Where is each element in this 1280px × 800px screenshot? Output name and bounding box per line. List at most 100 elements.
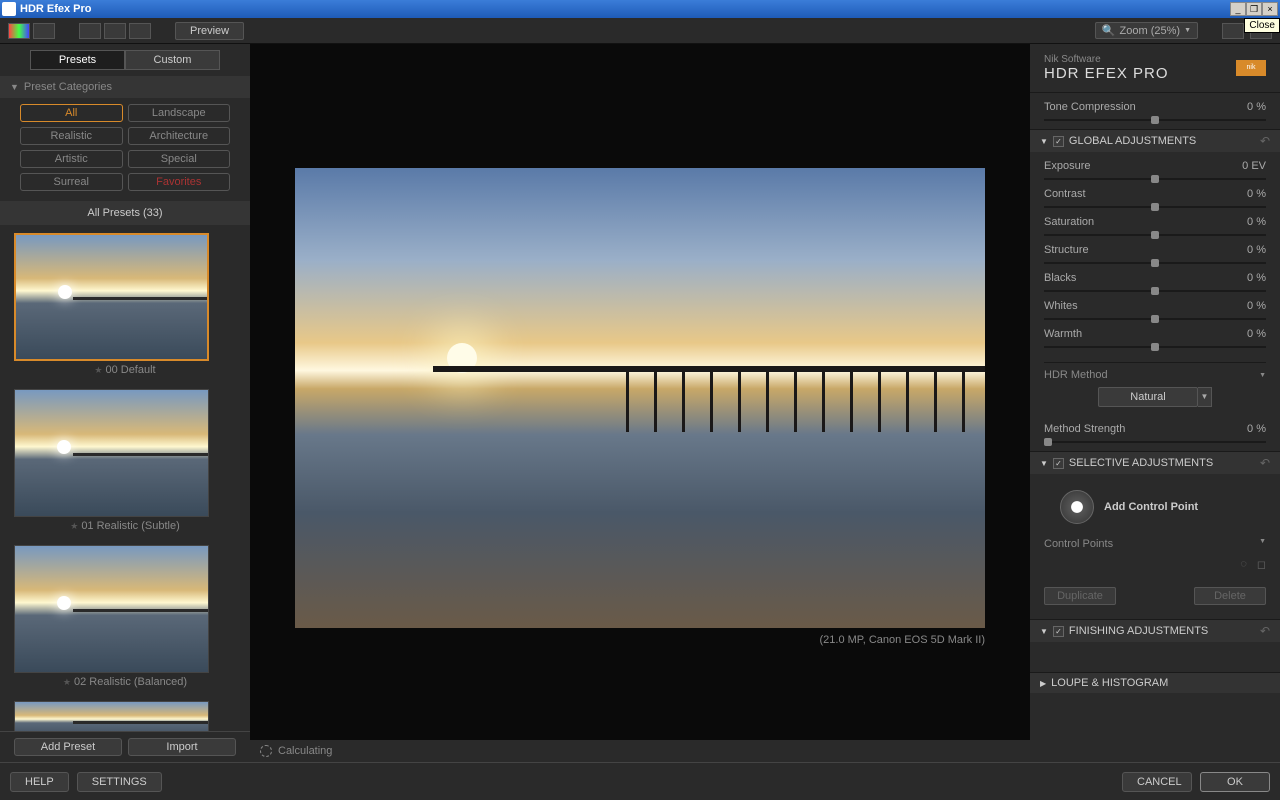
chevron-down-icon[interactable]: ▼: [1259, 372, 1266, 379]
add-preset-button[interactable]: Add Preset: [14, 738, 122, 756]
category-realistic[interactable]: Realistic: [20, 127, 123, 145]
selective-adjustments-header[interactable]: ▼ ✓ SELECTIVE ADJUSTMENTS ↶: [1030, 452, 1280, 474]
chevron-down-icon: ▼: [1040, 627, 1048, 636]
chevron-down-icon[interactable]: ▼: [1259, 538, 1266, 550]
brand-logo: nik: [1236, 60, 1266, 76]
view-single-button[interactable]: [79, 23, 101, 39]
category-landscape[interactable]: Landscape: [128, 104, 231, 122]
category-special[interactable]: Special: [128, 150, 231, 168]
top-toolbar: Preview 🔍 Zoom (25%) ▼: [0, 18, 1280, 44]
preset-item[interactable]: [14, 701, 236, 731]
preset-label: 00 Default: [14, 361, 236, 379]
global-adjustments-header[interactable]: ▼ ✓ GLOBAL ADJUSTMENTS ↶: [1030, 130, 1280, 152]
tone-compression-slider[interactable]: Tone Compression 0 %: [1030, 97, 1280, 125]
zoom-control[interactable]: 🔍 Zoom (25%) ▼: [1095, 22, 1198, 39]
tab-presets[interactable]: Presets: [30, 50, 125, 70]
section-enable-checkbox[interactable]: ✓: [1053, 626, 1064, 637]
reset-icon[interactable]: ↶: [1260, 456, 1270, 470]
preview-button[interactable]: Preview: [175, 22, 244, 40]
delete-button[interactable]: Delete: [1194, 587, 1266, 605]
preset-thumbnail[interactable]: [14, 233, 209, 361]
layout-toggle-button[interactable]: [33, 23, 55, 39]
category-artistic[interactable]: Artistic: [20, 150, 123, 168]
brand-header: Nik Software HDR EFEX PRO nik: [1030, 44, 1280, 93]
contrast-slider[interactable]: Contrast0 %: [1030, 184, 1280, 212]
preset-thumbnail[interactable]: [14, 545, 209, 673]
right-panel: Nik Software HDR EFEX PRO nik Tone Compr…: [1030, 44, 1280, 762]
reset-icon[interactable]: ↶: [1260, 134, 1270, 148]
color-mode-button[interactable]: [8, 23, 30, 39]
settings-button[interactable]: SETTINGS: [77, 772, 162, 792]
search-icon: 🔍: [1102, 24, 1116, 37]
hdr-method-dropdown[interactable]: ▼: [1198, 387, 1212, 407]
category-surreal[interactable]: Surreal: [20, 173, 123, 191]
control-points-label: Control Points: [1044, 538, 1113, 550]
chevron-down-icon: ▼: [1040, 137, 1048, 146]
preset-categories-header[interactable]: ▼ Preset Categories: [0, 76, 250, 98]
image-viewport[interactable]: (21.0 MP, Canon EOS 5D Mark II): [250, 44, 1030, 740]
category-all[interactable]: All: [20, 104, 123, 122]
preset-list-header: All Presets (33): [0, 201, 250, 225]
window-title: HDR Efex Pro: [20, 3, 1230, 15]
structure-slider[interactable]: Structure0 %: [1030, 240, 1280, 268]
preset-thumbnail[interactable]: [14, 701, 209, 731]
maximize-button[interactable]: ❐: [1246, 2, 1262, 16]
chevron-right-icon: ▶: [1040, 679, 1046, 688]
section-enable-checkbox[interactable]: ✓: [1053, 136, 1064, 147]
stop-icon[interactable]: ◻: [1257, 558, 1266, 571]
window-controls: _ ❐ ×: [1230, 2, 1278, 16]
close-window-button[interactable]: ×: [1262, 2, 1278, 16]
saturation-slider[interactable]: Saturation0 %: [1030, 212, 1280, 240]
preset-label: 01 Realistic (Subtle): [14, 517, 236, 535]
status-bar: Calculating: [250, 740, 1030, 762]
preset-item[interactable]: 02 Realistic (Balanced): [14, 545, 236, 691]
preset-item[interactable]: 00 Default: [14, 233, 236, 379]
loupe-histogram-header[interactable]: ▶ LOUPE & HISTOGRAM: [1030, 673, 1280, 693]
window-titlebar: HDR Efex Pro _ ❐ ×: [0, 0, 1280, 18]
brand-company: Nik Software: [1044, 54, 1169, 65]
hdr-method-select[interactable]: Natural: [1098, 387, 1198, 407]
whites-slider[interactable]: Whites0 %: [1030, 296, 1280, 324]
chevron-down-icon: ▼: [10, 82, 19, 92]
preset-list[interactable]: 00 Default 01 Realistic (Subtle) 02 Real…: [0, 225, 250, 731]
cancel-button[interactable]: CANCEL: [1122, 772, 1192, 792]
help-button[interactable]: HELP: [10, 772, 69, 792]
tab-custom[interactable]: Custom: [125, 50, 220, 70]
preview-image[interactable]: [295, 168, 985, 628]
ok-button[interactable]: OK: [1200, 772, 1270, 792]
section-enable-checkbox[interactable]: ✓: [1053, 458, 1064, 469]
status-text: Calculating: [278, 745, 332, 757]
preset-label: 02 Realistic (Balanced): [14, 673, 236, 691]
control-point-icon: [1060, 490, 1094, 524]
chevron-down-icon: ▼: [1184, 27, 1191, 34]
center-panel: (21.0 MP, Canon EOS 5D Mark II) Calculat…: [250, 44, 1030, 762]
chevron-down-icon: ▼: [1040, 459, 1048, 468]
brand-product: HDR EFEX PRO: [1044, 65, 1169, 82]
import-button[interactable]: Import: [128, 738, 236, 756]
zoom-label: Zoom (25%): [1120, 25, 1181, 37]
exposure-slider[interactable]: Exposure0 EV: [1030, 156, 1280, 184]
minimize-button[interactable]: _: [1230, 2, 1246, 16]
blacks-slider[interactable]: Blacks0 %: [1030, 268, 1280, 296]
image-metadata: (21.0 MP, Canon EOS 5D Mark II): [820, 628, 1030, 646]
finishing-adjustments-header[interactable]: ▼ ✓ FINISHING ADJUSTMENTS ↶: [1030, 620, 1280, 642]
view-split-button[interactable]: [104, 23, 126, 39]
view-side-button[interactable]: [129, 23, 151, 39]
method-strength-slider[interactable]: Method Strength0 %: [1030, 419, 1280, 447]
category-favorites[interactable]: Favorites: [128, 173, 231, 191]
bottom-bar: HELP SETTINGS CANCEL OK: [0, 762, 1280, 800]
hdr-method-label: HDR Method ▼: [1044, 362, 1266, 381]
app-icon: [2, 2, 16, 16]
preset-item[interactable]: 01 Realistic (Subtle): [14, 389, 236, 535]
reset-icon[interactable]: ↶: [1260, 624, 1270, 638]
left-panel: Presets Custom ▼ Preset Categories All L…: [0, 44, 250, 762]
background-color-button[interactable]: [1222, 23, 1244, 39]
category-architecture[interactable]: Architecture: [128, 127, 231, 145]
add-control-point-button[interactable]: Add Control Point: [1030, 478, 1280, 536]
loading-icon: ◌: [1240, 558, 1247, 571]
preset-thumbnail[interactable]: [14, 389, 209, 517]
duplicate-button[interactable]: Duplicate: [1044, 587, 1116, 605]
warmth-slider[interactable]: Warmth0 %: [1030, 324, 1280, 352]
close-tooltip: Close: [1244, 18, 1280, 33]
spinner-icon: [260, 745, 272, 757]
